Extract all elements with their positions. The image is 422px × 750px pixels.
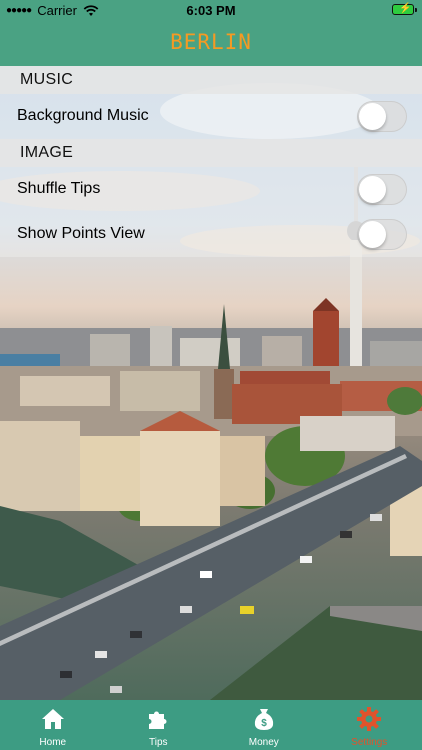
show-points-view-toggle[interactable] — [357, 219, 407, 250]
puzzle-icon — [149, 711, 167, 729]
tab-home-label: Home — [39, 737, 67, 748]
section-header-music: MUSIC — [0, 66, 422, 94]
tab-settings-label: Settings — [351, 737, 388, 748]
tab-tips[interactable]: Tips — [106, 700, 212, 750]
shuffle-tips-label: Shuffle Tips — [17, 180, 101, 197]
background-music-toggle[interactable] — [357, 101, 407, 132]
svg-text:$: $ — [261, 718, 267, 729]
background-music-label: Background Music — [17, 107, 149, 124]
battery-icon: ⚡ — [392, 3, 417, 15]
settings-row-show-points-view[interactable]: Show Points View — [0, 212, 422, 257]
section-title-music: MUSIC — [20, 71, 74, 88]
money-bag-icon: $ — [254, 709, 273, 730]
toggle-knob — [359, 221, 386, 248]
tab-bar: Home Tips $ Money Settings — [0, 700, 422, 750]
gear-icon — [357, 707, 382, 731]
home-icon — [41, 709, 64, 729]
status-time: 6:03 PM — [186, 3, 236, 18]
tab-money-label: Money — [248, 737, 279, 748]
section-header-image: IMAGE — [0, 139, 422, 167]
show-points-view-label: Show Points View — [17, 225, 145, 242]
tab-home[interactable]: Home — [0, 700, 106, 750]
tab-settings[interactable]: Settings — [317, 700, 422, 750]
shuffle-tips-toggle[interactable] — [357, 174, 407, 205]
toggle-knob — [359, 103, 386, 130]
toggle-knob — [359, 176, 386, 203]
section-title-image: IMAGE — [20, 144, 74, 161]
tab-money[interactable]: $ Money — [211, 700, 317, 750]
page-title: BERLIN — [170, 30, 252, 54]
status-bar: ●●●●● Carrier 6:03 PM ⚡ — [0, 0, 422, 22]
navigation-header: ●●●●● Carrier 6:03 PM ⚡ BERLIN — [0, 0, 422, 66]
tab-tips-label: Tips — [148, 737, 168, 748]
settings-row-shuffle-tips[interactable]: Shuffle Tips — [0, 167, 422, 212]
settings-row-background-music[interactable]: Background Music — [0, 94, 422, 139]
